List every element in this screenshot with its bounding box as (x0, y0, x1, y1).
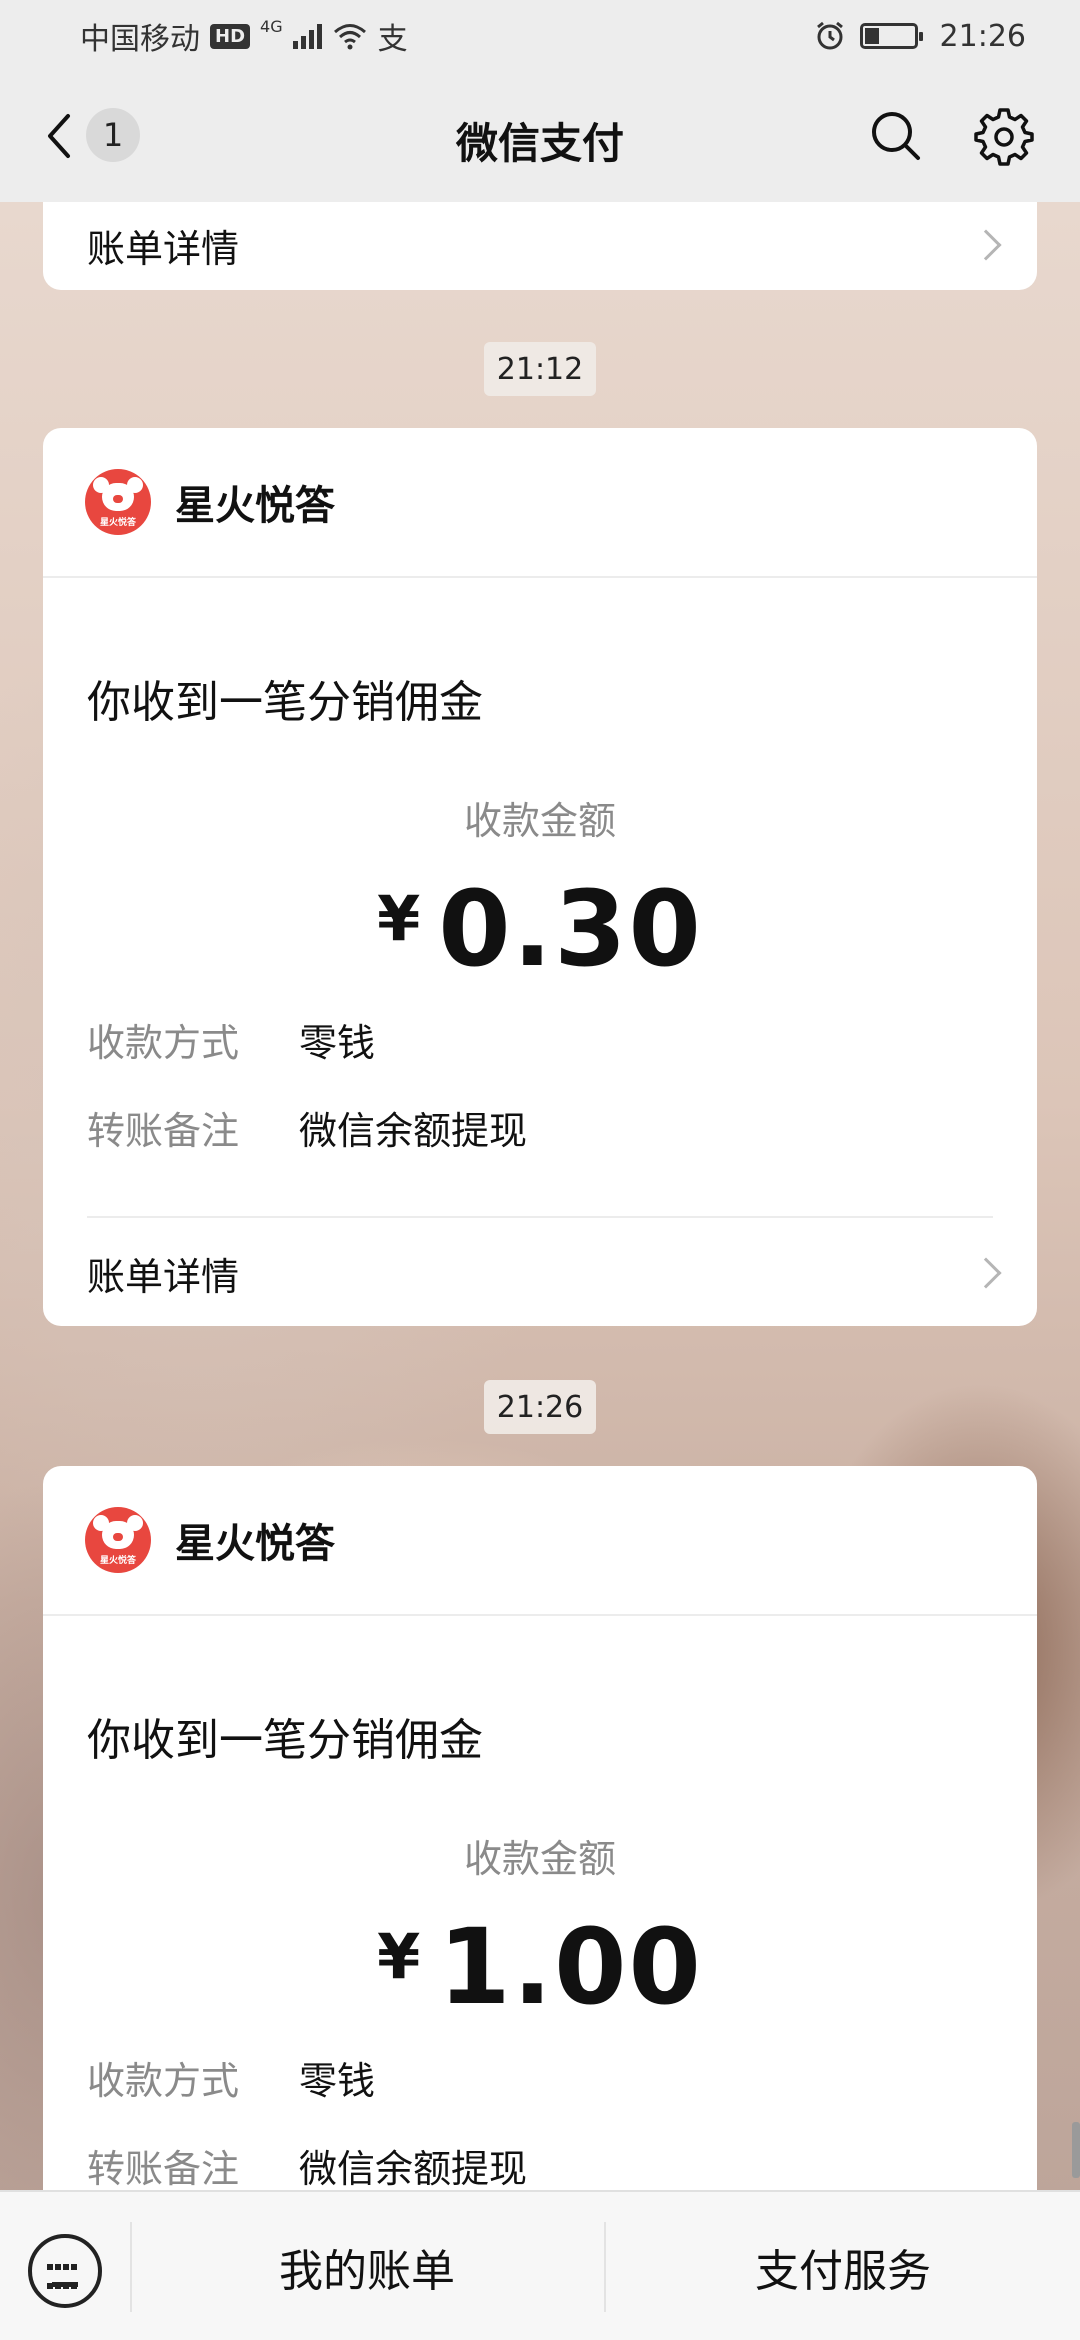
merchant-logo: 星火悦答 (85, 1507, 151, 1573)
transfer-note-row: 转账备注 微信余额提现 (87, 1100, 527, 1155)
payment-method-label: 收款方式 (87, 2059, 240, 2103)
transfer-note-row: 转账备注 微信余额提现 (87, 2138, 527, 2193)
keyboard-icon[interactable] (28, 2234, 102, 2308)
alarm-icon (816, 21, 843, 50)
merchant-logo-text: 星火悦答 (99, 518, 136, 528)
message-timestamp: 21:26 (484, 1380, 596, 1434)
gear-icon[interactable] (974, 106, 1034, 166)
transfer-note-label: 转账备注 (87, 1109, 240, 1153)
amount-label: 收款金额 (463, 1837, 616, 1881)
transfer-note-label: 转账备注 (87, 2147, 240, 2191)
amount-number: 0.30 (438, 868, 703, 990)
amount-label: 收款金额 (463, 799, 616, 843)
bill-details-label: 账单详情 (87, 226, 240, 271)
signal-icon (292, 23, 322, 49)
network-type: 4G (260, 16, 283, 36)
scrollbar[interactable] (1072, 2122, 1080, 2178)
carrier-label: 中国移动 (80, 22, 200, 57)
merchant-name: 星火悦答 (175, 1521, 335, 1567)
payment-notification-card[interactable]: 星火悦答 星火悦答 你收到一笔分销佣金 收款金额 ¥1.00 收款方式 零钱 转… (43, 1466, 1037, 2226)
nav-bar: 1 微信支付 (0, 72, 1080, 202)
payment-method-label: 收款方式 (87, 1021, 240, 1065)
payment-method-value: 零钱 (299, 1021, 376, 1065)
hd-badge: HD (210, 23, 251, 49)
battery-icon (859, 23, 923, 49)
notification-title: 你收到一笔分销佣金 (87, 677, 483, 728)
alipay-icon: 支 (377, 22, 408, 57)
previous-message-card: 账单详情 (43, 202, 1037, 290)
pay-service-button[interactable]: 支付服务 (606, 2192, 1080, 2340)
transfer-note-value: 微信余额提现 (299, 2147, 528, 2191)
bill-details-link[interactable]: 账单详情 (43, 202, 1037, 290)
notification-title: 你收到一笔分销佣金 (87, 1715, 483, 1766)
wifi-icon (333, 24, 366, 50)
chevron-right-icon (970, 1257, 1002, 1289)
currency-symbol: ¥ (377, 1920, 421, 1993)
amount-value: ¥0.30 (43, 868, 1037, 990)
transfer-note-value: 微信余额提现 (299, 1109, 528, 1153)
bottom-menu-bar: 我的账单 支付服务 (0, 2190, 1080, 2340)
amount-value: ¥1.00 (43, 1906, 1037, 2028)
payment-method-row: 收款方式 零钱 (87, 1012, 375, 1067)
my-bill-button[interactable]: 我的账单 (132, 2192, 602, 2340)
status-bar: 中国移动 HD 4G 支 21:26 (0, 0, 1080, 72)
payment-method-value: 零钱 (299, 2059, 376, 2103)
chevron-right-icon (970, 229, 1002, 261)
currency-symbol: ¥ (377, 882, 421, 955)
merchant-header[interactable]: 星火悦答 星火悦答 (43, 1466, 1037, 1616)
merchant-name: 星火悦答 (175, 483, 335, 529)
merchant-header[interactable]: 星火悦答 星火悦答 (43, 428, 1037, 578)
bill-details-label: 账单详情 (87, 1254, 240, 1299)
search-icon[interactable] (868, 108, 924, 164)
payment-method-row: 收款方式 零钱 (87, 2050, 375, 2105)
bill-details-link[interactable]: 账单详情 (43, 1218, 1037, 1326)
status-time: 21:26 (939, 18, 1026, 54)
merchant-logo-text: 星火悦答 (99, 1556, 136, 1566)
amount-number: 1.00 (438, 1906, 703, 2028)
merchant-logo: 星火悦答 (85, 469, 151, 535)
payment-notification-card[interactable]: 星火悦答 星火悦答 你收到一笔分销佣金 收款金额 ¥0.30 收款方式 零钱 转… (43, 428, 1037, 1326)
message-timestamp: 21:12 (484, 342, 596, 396)
